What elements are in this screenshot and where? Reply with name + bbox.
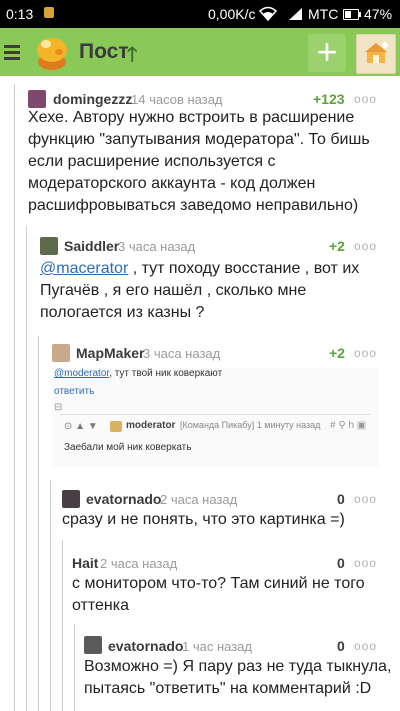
more-options-icon[interactable]: ooo xyxy=(354,239,377,253)
comment-text: Возможно =) Я пару раз не туда тыкнула, … xyxy=(84,656,391,700)
comment-line: с монитором что-то? Там синий не того xyxy=(72,575,365,592)
image-author: moderator xyxy=(126,420,176,431)
comment-rating: 0 xyxy=(337,638,345,654)
image-reply-link: ответить xyxy=(54,386,95,397)
image-avatar xyxy=(110,421,122,432)
image-divider xyxy=(60,414,370,415)
carrier: МТС xyxy=(308,6,339,22)
thread-line xyxy=(50,480,51,711)
comment-time: 3 часа назад xyxy=(118,239,196,254)
image-comment-text: Заебали мой ник коверкать xyxy=(64,442,192,453)
comment-author[interactable]: MapMaker xyxy=(76,345,144,361)
avatar[interactable] xyxy=(84,636,102,654)
comment-line: оттенка xyxy=(72,597,130,614)
user-mention-link[interactable]: @macerator xyxy=(40,260,128,277)
avatar[interactable] xyxy=(28,90,46,108)
image-collapse-icon: ⊟ xyxy=(54,402,63,413)
pikabu-logo[interactable] xyxy=(32,32,72,72)
thread-line xyxy=(74,624,75,711)
status-bar: 0:13 0,00K/c МТС 47% xyxy=(0,0,400,28)
network-speed: 0,00K/c xyxy=(208,6,256,22)
comment-line: пытаясь "ответить" на комментарий :D xyxy=(84,680,372,697)
comment-text: с монитором что-то? Там синий не того от… xyxy=(72,573,365,617)
more-options-icon[interactable]: ooo xyxy=(354,346,377,360)
signal-icon xyxy=(288,7,304,24)
more-options-icon[interactable]: ooo xyxy=(354,92,377,106)
image-icons: # ⚲ h ▣ xyxy=(330,420,367,431)
comment-line: Пугачёв , я его нашёл , сколько мне xyxy=(40,282,307,299)
comment-line: расшифровываться заведомо неправильно) xyxy=(28,197,359,214)
arrow-up-icon[interactable]: 🡑 xyxy=(127,40,137,74)
comment-rating: 0 xyxy=(337,555,345,571)
more-options-icon[interactable]: ooo xyxy=(354,639,377,653)
image-meta: [Команда Пикабу] 1 минуту назад xyxy=(180,420,321,430)
avatar[interactable] xyxy=(52,344,70,362)
thread-line xyxy=(26,226,27,711)
thread-line xyxy=(62,540,63,711)
wifi-icon xyxy=(258,6,278,25)
avatar[interactable] xyxy=(62,490,80,508)
comment-time: 2 часа назад xyxy=(160,492,238,507)
avatar[interactable] xyxy=(40,237,58,255)
comment-text: сразу и не понять, что это картинка =) xyxy=(62,509,345,531)
comment-image[interactable]: @moderator, тут твой ник коверкают ответ… xyxy=(52,368,379,467)
image-vote-arrows: ⊙ ▲ ▼ xyxy=(64,421,98,432)
comment-time: 1 час назад xyxy=(182,639,252,654)
comment-text: @macerator , тут походу восстание , вот … xyxy=(40,258,359,324)
battery-percent: 47% xyxy=(364,6,393,22)
add-post-button[interactable]: + xyxy=(308,34,346,72)
notification-icon xyxy=(44,7,54,18)
clock: 0:13 xyxy=(6,6,34,22)
comment-rating: +2 xyxy=(329,345,345,361)
comment-rating: +123 xyxy=(313,91,345,107)
comment-author[interactable]: domingezzz xyxy=(53,91,132,107)
comment-author[interactable]: Saiddler xyxy=(64,238,119,254)
comment-line: пологается из казны ? xyxy=(40,304,205,321)
comment-line: @macerator , тут походу восстание , вот … xyxy=(40,258,359,280)
comment-line-rest: , тут походу восстание , вот их xyxy=(128,260,360,277)
thread-line xyxy=(38,336,39,711)
battery-icon xyxy=(343,9,361,20)
image-text: @moderator, тут твой ник коверкают xyxy=(54,368,222,379)
app-bar: Пост 🡑 + xyxy=(0,28,400,76)
comment-line: функцию "запутывания модератора". То биш… xyxy=(28,131,370,148)
comment-time: 2 часа назад xyxy=(100,556,178,571)
comment-time: 3 часа назад xyxy=(143,346,221,361)
more-options-icon[interactable]: ooo xyxy=(354,556,377,570)
thread-line xyxy=(14,84,15,711)
comment-rating: 0 xyxy=(337,491,345,507)
more-options-icon[interactable]: ooo xyxy=(354,492,377,506)
user-avatar[interactable] xyxy=(356,34,396,74)
page-title: Пост xyxy=(79,40,129,63)
comment-line: Возможно =) Я пару раз не туда тыкнула, xyxy=(84,658,392,675)
comment-line: модераторского аккаунта - код должен xyxy=(28,175,316,192)
comment-author[interactable]: evatornado xyxy=(108,638,183,654)
image-text-rest: , тут твой ник коверкают xyxy=(109,368,223,379)
image-mention: @moderator xyxy=(54,368,110,379)
comment-rating: +2 xyxy=(329,238,345,254)
comment-line: Хехе. Автору нужно встроить в расширение xyxy=(28,109,355,126)
comment-author[interactable]: evatornado xyxy=(86,491,161,507)
menu-icon[interactable] xyxy=(4,42,22,62)
comment-line: сразу и не понять, что это картинка =) xyxy=(62,511,345,528)
comment-author[interactable]: Hait xyxy=(72,555,98,571)
comment-time: 14 часов назад xyxy=(131,92,223,107)
comment-line: если расширение используется с xyxy=(28,153,276,170)
comment-text: Хехе. Автору нужно встроить в расширение… xyxy=(28,107,370,217)
